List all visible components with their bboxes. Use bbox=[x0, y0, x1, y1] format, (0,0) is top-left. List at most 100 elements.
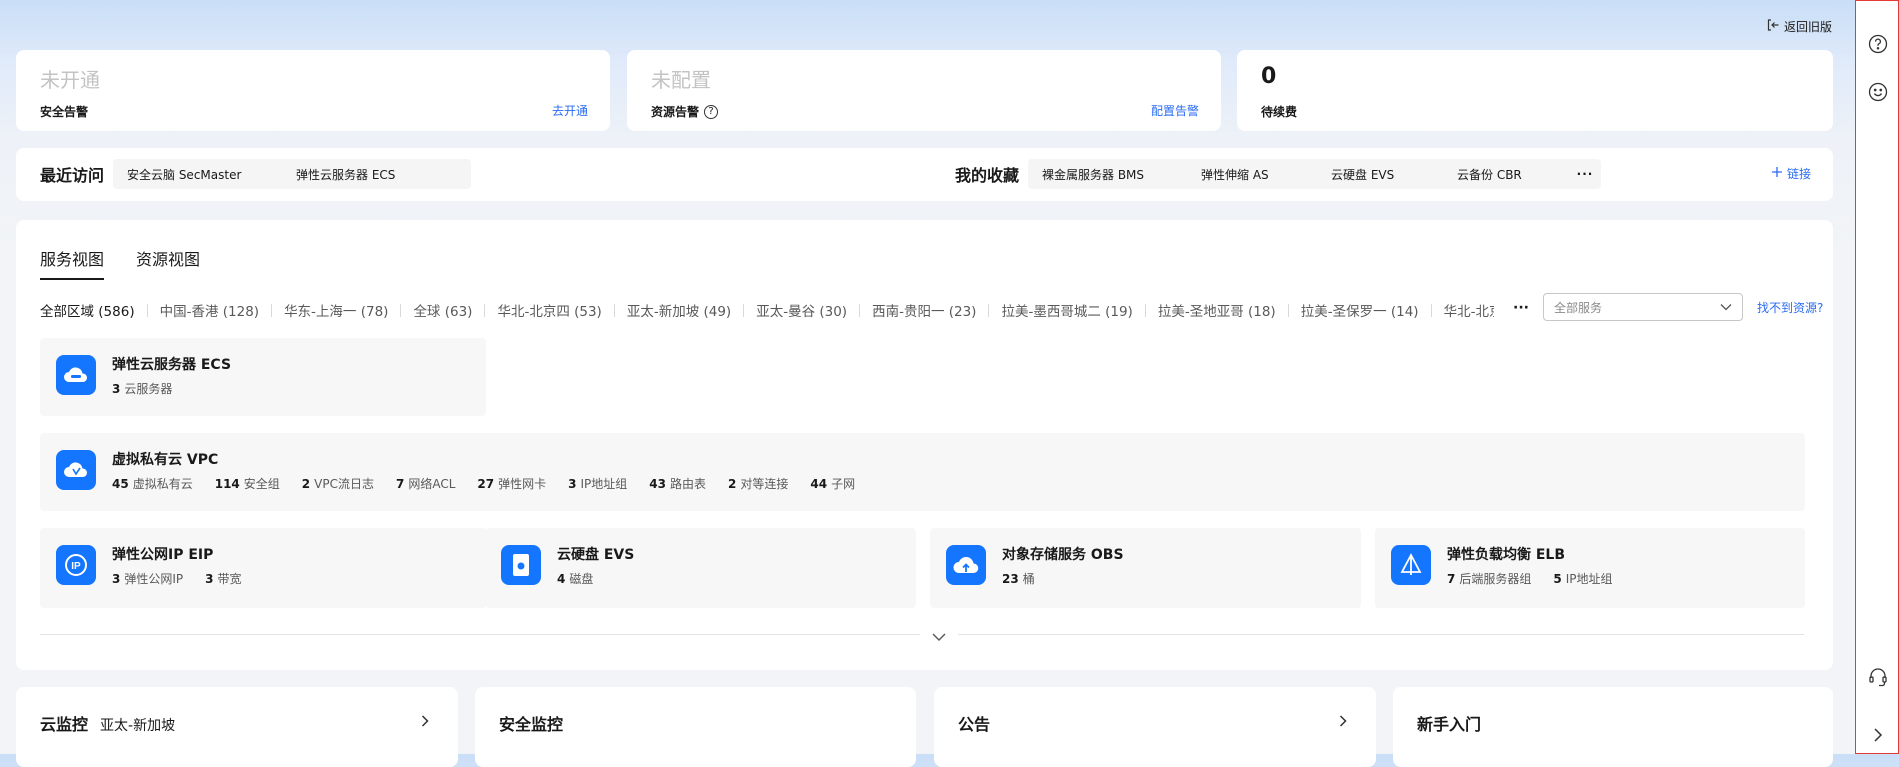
chevron-down-icon bbox=[1720, 304, 1732, 311]
plus-icon bbox=[1771, 166, 1783, 181]
stat-item[interactable]: 7 后端服务器组 bbox=[1447, 570, 1531, 587]
ecs-cloud-server-icon bbox=[56, 355, 96, 395]
service-select-placeholder: 全部服务 bbox=[1554, 300, 1603, 315]
chevron-right-icon[interactable] bbox=[1338, 713, 1348, 732]
region-filter-item[interactable]: 亚太-曼谷 (30) bbox=[756, 300, 847, 320]
security-alarm-card: 未开通 安全告警 去开通 bbox=[16, 50, 610, 131]
regions-more-button[interactable]: ··· bbox=[1513, 300, 1529, 316]
stat-item[interactable]: 3 IP地址组 bbox=[568, 475, 627, 492]
card-title: 云监控 亚太-新加坡 bbox=[40, 715, 176, 734]
favorite-item[interactable]: 弹性伸缩 AS bbox=[1187, 159, 1336, 189]
stat-item[interactable]: 3 云服务器 bbox=[112, 380, 172, 397]
help-icon[interactable]: ? bbox=[704, 104, 719, 119]
chevron-right-icon[interactable] bbox=[1867, 724, 1889, 746]
region-separator bbox=[988, 303, 990, 317]
region-filter-item[interactable]: 拉美-圣保罗一 (14) bbox=[1301, 300, 1419, 320]
expand-chevron-down-icon[interactable] bbox=[931, 628, 947, 647]
service-card-obs[interactable]: 对象存储服务 OBS 23 桶 bbox=[930, 528, 1361, 608]
favorite-item[interactable]: 裸金属服务器 BMS bbox=[1028, 159, 1206, 189]
region-filter-item[interactable]: 华北-北京四 (53) bbox=[497, 300, 601, 320]
exit-icon bbox=[1766, 18, 1780, 35]
chevron-right-icon[interactable] bbox=[420, 713, 430, 732]
region-separator bbox=[1287, 303, 1289, 317]
region-separator bbox=[146, 303, 148, 317]
region-filter-item[interactable]: 全球 (63) bbox=[413, 300, 472, 320]
region-filter-item[interactable]: 华北-北京 bbox=[1444, 300, 1494, 320]
stat-item[interactable]: 7 网络ACL bbox=[396, 475, 455, 492]
security-alarm-status: 未开通 bbox=[40, 68, 100, 92]
stat-item[interactable]: 27 弹性网卡 bbox=[477, 475, 546, 492]
card-title: 新手入门 bbox=[1417, 715, 1482, 734]
elb-load-balancer-icon bbox=[1391, 545, 1431, 585]
feedback-smile-icon[interactable] bbox=[1867, 81, 1889, 103]
enable-security-link[interactable]: 去开通 bbox=[552, 102, 588, 119]
recent-item[interactable]: 安全云脑 SecMaster bbox=[113, 159, 302, 189]
region-filter-list: 全部区域 (586) 中国-香港 (128) 华东-上海一 (78) 全球 (6… bbox=[40, 300, 1494, 320]
eip-icon: IP bbox=[56, 545, 96, 585]
region-filter-item[interactable]: 西南-贵阳一 (23) bbox=[872, 300, 976, 320]
favorites-title: 我的收藏 bbox=[955, 166, 1020, 185]
region-separator bbox=[1430, 303, 1432, 317]
stat-item[interactable]: 4 磁盘 bbox=[557, 570, 593, 587]
resource-alarm-label: 资源告警 ? bbox=[651, 103, 719, 120]
service-filter-select[interactable]: 全部服务 bbox=[1543, 293, 1743, 321]
service-card-vpc[interactable]: 虚拟私有云 VPC 45 虚拟私有云 114 安全组 2 VPC流日志 7 网络ACL … bbox=[40, 433, 1805, 511]
region-separator bbox=[743, 303, 745, 317]
pending-renewal-label: 待续费 bbox=[1261, 105, 1298, 119]
cant-find-resources-link[interactable]: 找不到资源? bbox=[1757, 299, 1823, 316]
divider bbox=[40, 634, 920, 635]
region-separator bbox=[613, 303, 615, 317]
announcement-card: 公告 bbox=[934, 687, 1376, 767]
stat-item[interactable]: 3 带宽 bbox=[205, 570, 241, 587]
service-card-eip[interactable]: IP 弹性公网IP EIP 3 弹性公网IP 3 带宽 bbox=[40, 528, 486, 608]
service-stats: 7 后端服务器组 5 IP地址组 bbox=[1447, 570, 1613, 587]
region-separator bbox=[859, 303, 861, 317]
stat-item[interactable]: 2 VPC流日志 bbox=[302, 475, 374, 492]
back-to-old-version-link[interactable]: 返回旧版 bbox=[1766, 16, 1832, 36]
region-separator bbox=[400, 303, 402, 317]
region-separator bbox=[484, 303, 486, 317]
region-filter-item[interactable]: 拉美-墨西哥城二 (19) bbox=[1001, 300, 1132, 320]
stat-item[interactable]: 2 对等连接 bbox=[728, 475, 788, 492]
stat-item[interactable]: 114 安全组 bbox=[215, 475, 280, 492]
recent-item[interactable]: 弹性云服务器 ECS bbox=[282, 159, 471, 189]
region-filter-item[interactable]: 拉美-圣地亚哥 (18) bbox=[1158, 300, 1276, 320]
service-title: 虚拟私有云 VPC bbox=[112, 452, 219, 468]
service-stats: 4 磁盘 bbox=[557, 570, 593, 587]
evs-disk-icon bbox=[501, 545, 541, 585]
service-card-elb[interactable]: 弹性负载均衡 ELB 7 后端服务器组 5 IP地址组 bbox=[1375, 528, 1805, 608]
resource-alarm-status: 未配置 bbox=[651, 68, 711, 92]
service-stats: 45 虚拟私有云 114 安全组 2 VPC流日志 7 网络ACL 27 弹性网卡 3 IP… bbox=[112, 475, 855, 492]
resource-overview-panel: 服务视图 资源视图 全部区域 (586) 中国-香港 (128) 华东-上海一 … bbox=[16, 220, 1833, 670]
stat-item[interactable]: 45 虚拟私有云 bbox=[112, 475, 193, 492]
stat-item[interactable]: 3 弹性公网IP bbox=[112, 570, 183, 587]
help-icon[interactable] bbox=[1867, 33, 1889, 55]
favorite-item[interactable]: 云备份 CBR bbox=[1443, 159, 1589, 189]
favorites-more-button[interactable]: ··· bbox=[1569, 159, 1601, 189]
service-card-evs[interactable]: 云硬盘 EVS 4 磁盘 bbox=[485, 528, 916, 608]
security-monitor-card: 安全监控 bbox=[475, 687, 916, 767]
service-title: 弹性云服务器 ECS bbox=[112, 357, 232, 373]
region-filter-item[interactable]: 全部区域 (586) bbox=[40, 300, 135, 320]
configure-alarm-link[interactable]: 配置告警 bbox=[1151, 102, 1199, 119]
headset-icon[interactable] bbox=[1867, 666, 1889, 688]
tab-resource-view[interactable]: 资源视图 bbox=[136, 246, 200, 278]
stat-item[interactable]: 23 桶 bbox=[1002, 570, 1035, 587]
stat-item[interactable]: 44 子网 bbox=[810, 475, 855, 492]
stat-item[interactable]: 5 IP地址组 bbox=[1553, 570, 1612, 587]
favorite-item[interactable]: 云硬盘 EVS bbox=[1317, 159, 1462, 189]
region-filter-item[interactable]: 华东-上海一 (78) bbox=[284, 300, 388, 320]
service-stats: 3 云服务器 bbox=[112, 380, 172, 397]
service-card-ecs[interactable]: 弹性云服务器 ECS 3 云服务器 bbox=[40, 338, 486, 416]
region-filter-item[interactable]: 亚太-新加坡 (49) bbox=[627, 300, 731, 320]
pending-renewal-card[interactable]: 0 待续费 bbox=[1237, 50, 1833, 131]
service-title: 弹性负载均衡 ELB bbox=[1447, 547, 1566, 563]
stat-item[interactable]: 43 路由表 bbox=[649, 475, 706, 492]
add-link-button[interactable]: 链接 bbox=[1771, 165, 1811, 182]
region-filter-item[interactable]: 中国-香港 (128) bbox=[160, 300, 259, 320]
region-subtitle: 亚太-新加坡 bbox=[100, 718, 176, 734]
service-stats: 3 弹性公网IP 3 带宽 bbox=[112, 570, 242, 587]
tab-service-view[interactable]: 服务视图 bbox=[40, 246, 105, 280]
divider bbox=[958, 634, 1804, 635]
service-title: 弹性公网IP EIP bbox=[112, 547, 214, 563]
